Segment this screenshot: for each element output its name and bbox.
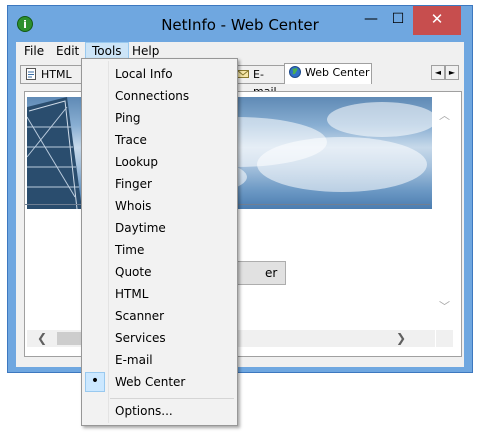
action-button-label: er — [265, 266, 278, 280]
html-page-icon — [25, 68, 37, 80]
menu-item-local-info[interactable]: Local Info — [82, 63, 237, 85]
menu-item-services[interactable]: Services — [82, 327, 237, 349]
app-window: i NetInfo - Web Center — ☐ ✕ File Edit T… — [7, 5, 473, 373]
menu-item-ping[interactable]: Ping — [82, 107, 237, 129]
scroll-up-icon[interactable]: ︿ — [438, 109, 451, 122]
globe-icon — [289, 66, 301, 78]
tab-web-center[interactable]: Web Center — [284, 63, 372, 84]
scrollbar-corner — [436, 330, 453, 347]
tab-html-label: HTML — [41, 68, 72, 81]
menu-item-trace[interactable]: Trace — [82, 129, 237, 151]
scroll-left-icon[interactable]: ❮ — [35, 331, 49, 345]
menu-item-lookup[interactable]: Lookup — [82, 151, 237, 173]
menu-item-web-center[interactable]: • Web Center — [82, 371, 237, 393]
close-button[interactable]: ✕ — [413, 6, 461, 35]
tab-email[interactable]: E-mail — [232, 65, 284, 98]
title-bar[interactable]: i NetInfo - Web Center — ☐ ✕ — [8, 6, 472, 42]
menu-item-daytime[interactable]: Daytime — [82, 217, 237, 239]
menu-edit[interactable]: Edit — [50, 43, 85, 60]
tab-web-center-label: Web Center — [305, 66, 370, 79]
menu-item-options[interactable]: Options... — [82, 400, 237, 422]
scroll-down-icon[interactable]: ﹀ — [438, 300, 451, 313]
menu-file[interactable]: File — [18, 43, 50, 60]
menu-item-scanner[interactable]: Scanner — [82, 305, 237, 327]
minimize-button[interactable]: — — [359, 6, 383, 35]
menu-item-connections[interactable]: Connections — [82, 85, 237, 107]
maximize-button[interactable]: ☐ — [385, 6, 411, 35]
scroll-right-icon[interactable]: ❯ — [394, 331, 408, 345]
menu-item-time[interactable]: Time — [82, 239, 237, 261]
menu-separator — [110, 398, 234, 399]
tab-html[interactable]: HTML — [20, 65, 82, 84]
radio-check-icon: • — [85, 372, 105, 392]
menu-item-quote[interactable]: Quote — [82, 261, 237, 283]
tools-menu-dropdown: Local Info Connections Ping Trace Lookup… — [81, 58, 238, 426]
tab-scroll-left-button[interactable]: ◄ — [431, 65, 445, 80]
email-icon — [237, 68, 249, 80]
menu-item-finger[interactable]: Finger — [82, 173, 237, 195]
menu-item-whois[interactable]: Whois — [82, 195, 237, 217]
tab-scroll-right-button[interactable]: ► — [445, 65, 459, 80]
menu-item-email[interactable]: E-mail — [82, 349, 237, 371]
vertical-scrollbar[interactable]: ︿ ﹀ — [436, 92, 453, 324]
menu-item-html[interactable]: HTML — [82, 283, 237, 305]
